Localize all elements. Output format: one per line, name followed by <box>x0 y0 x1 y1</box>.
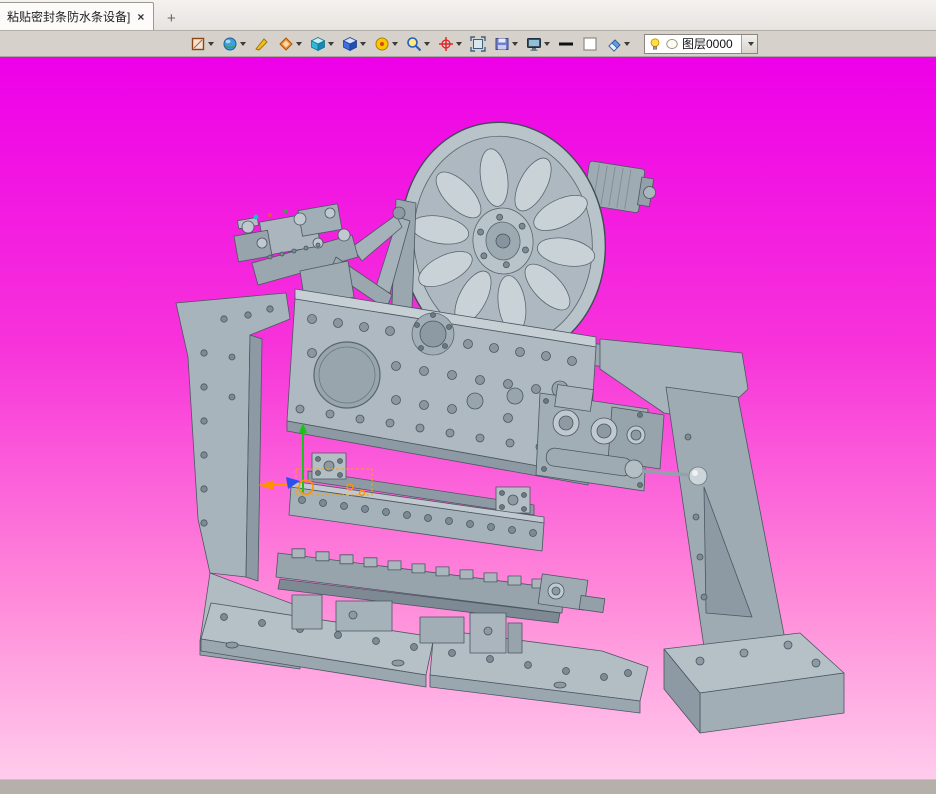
dropdown-arrow-icon[interactable] <box>544 41 550 46</box>
disk-tool[interactable] <box>490 33 522 55</box>
disk-icon <box>495 37 509 50</box>
layer-combo-dropdown[interactable] <box>741 34 757 53</box>
line-width-icon <box>559 42 573 45</box>
new-tab-button[interactable]: + <box>158 6 184 30</box>
snap-target-tool[interactable] <box>434 33 466 55</box>
status-bar <box>0 779 936 794</box>
dropdown-arrow-icon[interactable] <box>208 41 214 46</box>
bulb-icon <box>650 37 660 50</box>
magnifier-icon <box>407 36 422 51</box>
display-icon <box>527 37 541 51</box>
eraser-tool[interactable] <box>602 33 634 55</box>
cube-blue-icon <box>342 36 358 51</box>
dropdown-arrow-icon[interactable] <box>624 41 630 46</box>
document-tab-title: 粘贴密封条防水条设备] <box>7 10 131 24</box>
dropdown-arrow-icon[interactable] <box>512 41 518 46</box>
document-tab[interactable]: 粘贴密封条防水条设备] × <box>0 2 155 30</box>
dropdown-arrow-icon[interactable] <box>296 41 302 46</box>
tab-bar: 粘贴密封条防水条设备] × + <box>0 0 936 31</box>
cad-model-machine <box>175 121 845 734</box>
layer-color-icon <box>666 38 678 49</box>
knife-tool[interactable] <box>250 33 274 55</box>
dropdown-arrow-icon[interactable] <box>360 41 366 46</box>
cube-cyan-icon <box>310 36 326 51</box>
layer-combo-value: 图层0000 <box>682 37 733 51</box>
main-toolbar: 图层0000 <box>0 31 936 57</box>
dropdown-arrow-icon[interactable] <box>456 41 462 46</box>
material-sphere-icon <box>223 37 237 50</box>
display-style-tool[interactable] <box>522 33 554 55</box>
line-width-tool[interactable] <box>554 33 578 55</box>
color-swatch-icon <box>583 36 597 51</box>
paint-icon <box>279 36 293 51</box>
zoom-tool[interactable] <box>402 33 434 55</box>
material-sphere-tool[interactable] <box>218 33 250 55</box>
sketch-sheet-tool[interactable] <box>186 33 218 55</box>
3d-viewport[interactable] <box>0 57 936 779</box>
eraser-icon <box>608 38 621 52</box>
dropdown-arrow-icon[interactable] <box>328 41 334 46</box>
cube-blue-tool[interactable] <box>338 33 370 55</box>
knife-icon <box>255 37 268 51</box>
dropdown-arrow-icon <box>747 41 754 46</box>
cube-cyan-tool[interactable] <box>306 33 338 55</box>
fit-view-icon <box>470 35 486 52</box>
dropdown-arrow-icon[interactable] <box>392 41 398 46</box>
target-icon <box>439 36 453 51</box>
tab-close-icon[interactable]: × <box>137 11 144 23</box>
dropdown-arrow-icon[interactable] <box>424 41 430 46</box>
layer-combo[interactable]: 图层0000 <box>644 33 758 54</box>
gear-tool[interactable] <box>370 33 402 55</box>
gear-icon <box>375 37 389 50</box>
conveyor-rail-part <box>275 548 606 624</box>
sketch-sheet-icon <box>191 37 205 50</box>
paint-tool[interactable] <box>274 33 306 55</box>
color-swatch-tool[interactable] <box>578 33 602 55</box>
dropdown-arrow-icon[interactable] <box>240 41 246 46</box>
fit-view-tool[interactable] <box>466 33 490 55</box>
